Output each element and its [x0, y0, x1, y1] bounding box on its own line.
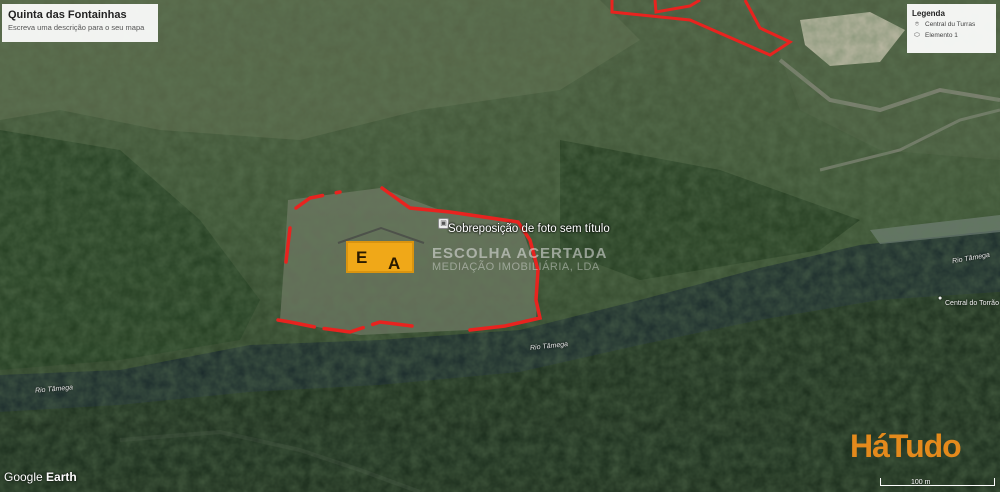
hatudo-logo: HáTudo	[850, 428, 962, 464]
place-label[interactable]: Central do Torrão	[945, 300, 999, 307]
google-earth-word1: Google	[4, 470, 43, 484]
legend-panel[interactable]: Legenda ⌾ Central du Turras ⬭ Elemento 1	[907, 4, 996, 53]
legend-item[interactable]: ⬭ Elemento 1	[912, 30, 991, 41]
map-title: Quinta das Fontainhas	[8, 9, 127, 21]
logo-letter-a: A	[388, 254, 401, 273]
legend-item[interactable]: ⌾ Central du Turras	[912, 19, 991, 30]
google-earth-word2: Earth	[46, 470, 77, 484]
google-earth-logo: Google Earth	[4, 470, 77, 484]
overlay-label[interactable]: Sobreposição de foto sem título	[448, 223, 610, 235]
map-title-panel[interactable]: Quinta das Fontainhas Escreva uma descri…	[2, 4, 158, 42]
scale-label: 100 m	[911, 479, 931, 486]
legend-item-label: Elemento 1	[925, 32, 958, 39]
scale-bar	[880, 478, 995, 486]
polygon-icon: ⬭	[914, 32, 920, 39]
watermark-subtitle: MEDIAÇÃO IMOBILIÁRIA, LDA	[432, 261, 600, 273]
legend-title: Legenda	[912, 9, 945, 18]
pin-icon: ⌾	[914, 21, 920, 28]
watermark-brand: ESCOLHA ACERTADA	[432, 245, 608, 262]
watermark-logo: E A	[346, 241, 414, 273]
logo-letter-e: E	[356, 248, 368, 267]
place-pin-icon[interactable]: ●	[938, 295, 942, 302]
map-description: Escreva uma descrição para o seu mapa	[8, 23, 145, 32]
legend-item-label: Central du Turras	[925, 21, 976, 28]
